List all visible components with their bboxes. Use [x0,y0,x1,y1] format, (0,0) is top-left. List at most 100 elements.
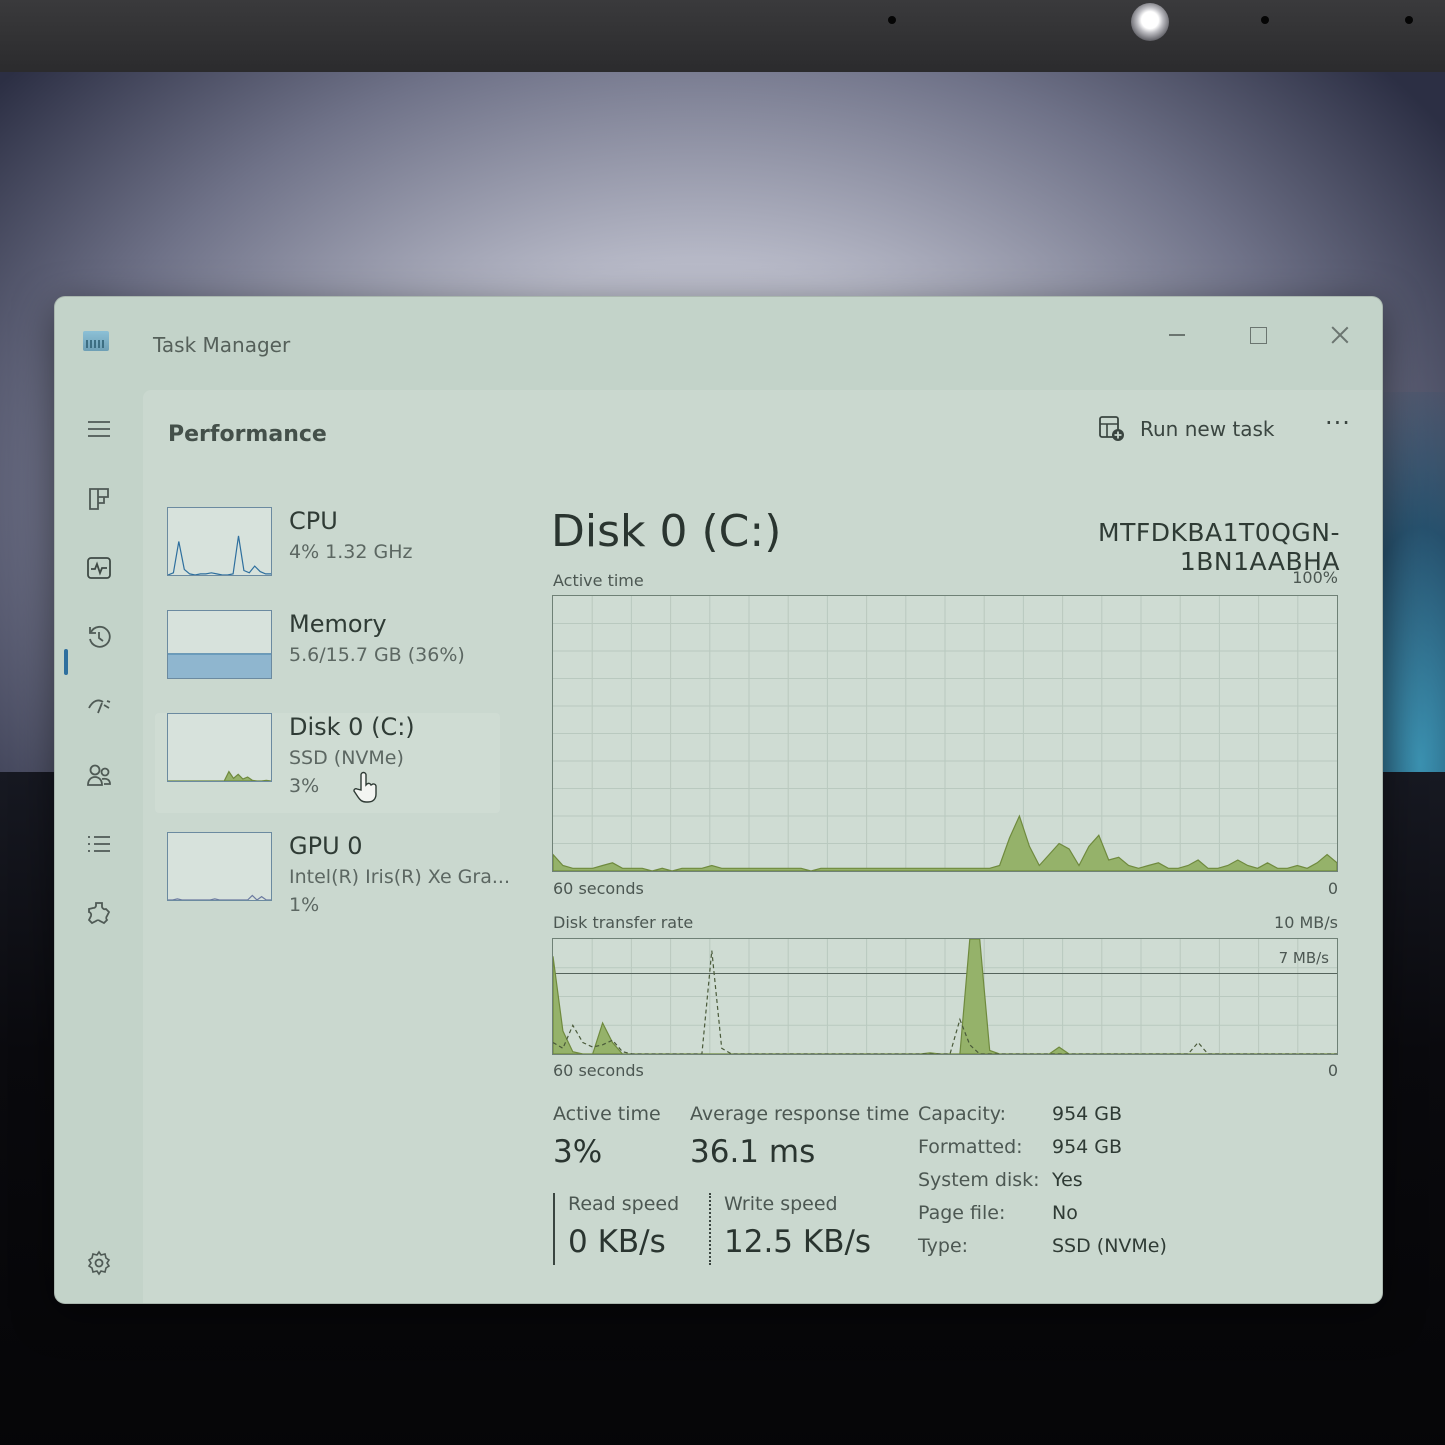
disk-title: Disk 0 (C:) [551,506,782,557]
bezel-sensor [888,16,896,24]
read-speed-marker [553,1193,555,1265]
device-usage: 4% 1.32 GHz [289,541,413,563]
write-speed-marker [709,1193,711,1265]
cpu-sparkline [168,535,271,575]
disk-thumbnail-graph [167,713,272,782]
laptop-bezel [0,0,1445,76]
nav-users[interactable] [79,755,119,795]
close-icon [1331,326,1349,344]
property-value: Yes [1052,1169,1083,1191]
settings-icon [87,1250,111,1276]
webcam [1131,3,1169,41]
device-name: Memory [289,610,387,638]
disk-sparkline [168,770,271,781]
transfer-graph-label: Disk transfer rate [553,913,694,932]
hamburger-menu-icon [88,421,110,437]
device-memory[interactable]: Memory 5.6/15.7 GB (36%) [155,610,500,710]
hand-cursor-icon [353,771,377,803]
active-time-chart [553,596,1337,871]
processes-icon [89,488,109,510]
active-time-graph-label: Active time [553,571,644,590]
read-speed-label: Read speed [568,1193,680,1215]
gpu-sparkline-series [168,894,271,900]
transfer-graph-max: 10 MB/s [1274,913,1338,932]
run-new-task-label: Run new task [1140,417,1275,441]
transfer-graph-marker: 7 MB/s [1278,949,1329,967]
task-manager-window: Task Manager Performance Run new task ··… [55,297,1382,1303]
device-usage: 1% [289,894,320,916]
write-speed-value: 12.5 KB/s [724,1224,872,1260]
cpu-sparkline-series [168,535,271,575]
cpu-thumbnail-graph [167,507,272,576]
nav-startup-apps[interactable] [79,686,119,726]
memory-thumbnail-graph [167,610,272,679]
transfer-graph-span: 60 seconds [553,1061,644,1080]
title-bar[interactable]: Task Manager [55,297,1382,387]
performance-icon [87,557,111,579]
details-icon [88,836,110,852]
task-manager-icon [83,331,109,351]
active-time-label: Active time [553,1103,661,1125]
property-key: Type: [918,1235,969,1257]
device-type: SSD (NVMe) [289,747,404,769]
run-task-icon [1099,416,1124,441]
active-nav-indicator [64,649,68,675]
device-name: GPU 0 [289,832,363,860]
nav-performance[interactable] [79,548,119,588]
property-value: 954 GB [1052,1136,1123,1158]
disk-sparkline-series [168,770,271,781]
bezel-sensor [1405,16,1413,24]
nav-details[interactable] [79,824,119,864]
memory-sparkline [168,653,271,678]
avg-response-label: Average response time [690,1103,910,1125]
write-speed-label: Write speed [724,1193,838,1215]
active-time-graph [552,595,1338,872]
minimize-button[interactable] [1142,305,1212,345]
nav-services[interactable] [79,893,119,933]
users-icon [87,764,111,786]
more-options-button[interactable]: ··· [1318,411,1358,446]
minimize-icon [1169,334,1185,336]
gpu-thumbnail-graph [167,832,272,901]
services-icon [87,902,111,925]
active-time-graph-max: 100% [1292,568,1338,587]
transfer-rate-chart [553,939,1337,1054]
run-new-task-button[interactable]: Run new task [1098,412,1275,446]
maximize-button[interactable] [1223,305,1293,345]
read-speed-value: 0 KB/s [568,1224,666,1260]
bezel-sensor [1261,16,1269,24]
property-key: System disk: [918,1169,1040,1191]
close-button[interactable] [1305,305,1375,345]
gpu-sparkline [168,894,271,900]
startup-apps-icon [88,699,111,714]
property-key: Page file: [918,1202,1006,1224]
nav-settings[interactable] [79,1243,119,1283]
memory-fill [168,653,271,678]
device-gpu-0[interactable]: GPU 0 Intel(R) Iris(R) Xe Gra... 1% [155,832,510,932]
property-value: SSD (NVMe) [1052,1235,1167,1257]
device-cpu[interactable]: CPU 4% 1.32 GHz [155,507,500,607]
device-usage: 5.6/15.7 GB (36%) [289,644,465,666]
device-disk-0[interactable]: Disk 0 (C:) SSD (NVMe) 3% [155,713,500,813]
property-key: Formatted: [918,1136,1023,1158]
page-title: Performance [168,422,327,447]
active-time-graph-span: 60 seconds [553,879,644,898]
device-name: Disk 0 (C:) [289,713,415,741]
avg-response-value: 36.1 ms [690,1134,816,1170]
maximize-icon [1249,326,1267,344]
device-model: Intel(R) Iris(R) Xe Gra... [289,866,510,888]
app-history-icon [89,625,111,648]
transfer-rate-graph: 7 MB/s [552,938,1338,1055]
nav-menu-button[interactable] [79,409,119,449]
transfer-graph-min: 0 [1327,1061,1338,1080]
nav-processes[interactable] [79,479,119,519]
property-value: 954 GB [1052,1103,1123,1125]
navigation-rail [55,387,143,1303]
device-usage: 3% [289,775,320,797]
window-title: Task Manager [153,333,291,357]
property-value: No [1052,1202,1078,1224]
performance-panel: Performance Run new task ··· CPU 4% 1.32… [143,390,1382,1303]
active-time-value: 3% [553,1134,603,1170]
device-name: CPU [289,507,338,535]
nav-app-history[interactable] [79,617,119,657]
